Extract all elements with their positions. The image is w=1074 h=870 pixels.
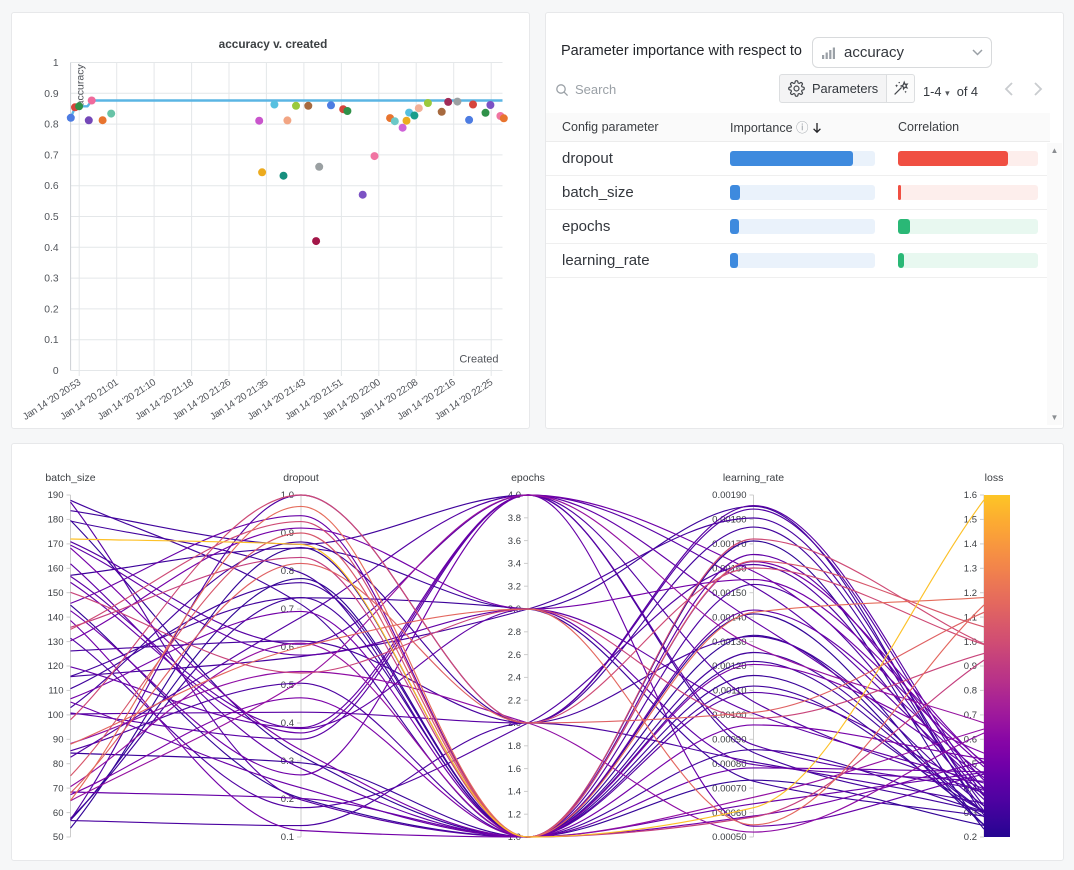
svg-text:140: 140 <box>48 612 64 623</box>
svg-text:loss: loss <box>985 472 1004 484</box>
svg-text:0.4: 0.4 <box>44 243 59 254</box>
svg-text:3.8: 3.8 <box>508 513 521 524</box>
svg-text:2.8: 2.8 <box>508 627 521 638</box>
svg-text:180: 180 <box>48 515 64 526</box>
svg-text:2.4: 2.4 <box>508 673 521 684</box>
svg-text:190: 190 <box>48 490 64 501</box>
svg-text:80: 80 <box>53 759 64 770</box>
svg-text:1.5: 1.5 <box>964 515 977 526</box>
svg-text:60: 60 <box>53 808 64 819</box>
svg-text:0.5: 0.5 <box>44 212 59 223</box>
svg-text:1.8: 1.8 <box>508 741 521 752</box>
svg-text:1.2: 1.2 <box>508 809 521 820</box>
svg-text:1: 1 <box>53 58 59 69</box>
svg-text:2.2: 2.2 <box>508 695 521 706</box>
svg-text:0.00150: 0.00150 <box>712 588 746 599</box>
svg-text:110: 110 <box>48 686 63 697</box>
svg-text:dropout: dropout <box>283 472 319 484</box>
svg-text:0: 0 <box>53 366 59 377</box>
svg-text:accuracy v. created: accuracy v. created <box>219 37 328 51</box>
svg-text:50: 50 <box>53 832 64 843</box>
svg-text:0.6: 0.6 <box>44 181 59 192</box>
svg-text:0.3: 0.3 <box>44 274 59 285</box>
svg-text:0.00190: 0.00190 <box>712 490 746 501</box>
svg-text:batch_size: batch_size <box>45 472 95 484</box>
svg-text:100: 100 <box>48 710 64 721</box>
svg-text:3.2: 3.2 <box>508 581 521 592</box>
svg-text:0.7: 0.7 <box>44 150 59 161</box>
svg-text:0.1: 0.1 <box>44 335 59 346</box>
svg-text:epochs: epochs <box>511 472 545 484</box>
svg-text:90: 90 <box>53 735 64 746</box>
svg-text:160: 160 <box>48 564 64 575</box>
svg-text:0.1: 0.1 <box>281 832 294 843</box>
svg-text:0.9: 0.9 <box>44 89 59 100</box>
svg-text:1.6: 1.6 <box>508 764 521 775</box>
svg-text:1.4: 1.4 <box>508 787 521 798</box>
svg-text:3.4: 3.4 <box>508 559 521 570</box>
svg-text:1.3: 1.3 <box>964 564 977 575</box>
svg-text:0.7: 0.7 <box>281 604 294 615</box>
svg-text:130: 130 <box>48 637 64 648</box>
svg-text:2.6: 2.6 <box>508 650 521 661</box>
svg-text:70: 70 <box>53 783 64 794</box>
svg-text:3.6: 3.6 <box>508 536 521 547</box>
svg-text:Created: Created <box>459 354 498 366</box>
svg-text:learning_rate: learning_rate <box>723 472 784 484</box>
svg-text:1.2: 1.2 <box>964 588 977 599</box>
svg-text:0.8: 0.8 <box>44 120 59 131</box>
svg-text:0.8: 0.8 <box>964 686 977 697</box>
svg-text:150: 150 <box>48 588 64 599</box>
svg-text:1.6: 1.6 <box>964 490 977 501</box>
svg-text:1.4: 1.4 <box>964 539 977 550</box>
svg-text:0.00050: 0.00050 <box>712 832 746 843</box>
svg-text:0.2: 0.2 <box>964 832 977 843</box>
svg-text:0.2: 0.2 <box>44 304 59 315</box>
svg-text:0.00070: 0.00070 <box>712 783 746 794</box>
svg-text:170: 170 <box>48 539 64 550</box>
svg-text:accuracy: accuracy <box>74 64 86 107</box>
svg-text:0.6: 0.6 <box>964 735 977 746</box>
svg-text:120: 120 <box>48 661 64 672</box>
